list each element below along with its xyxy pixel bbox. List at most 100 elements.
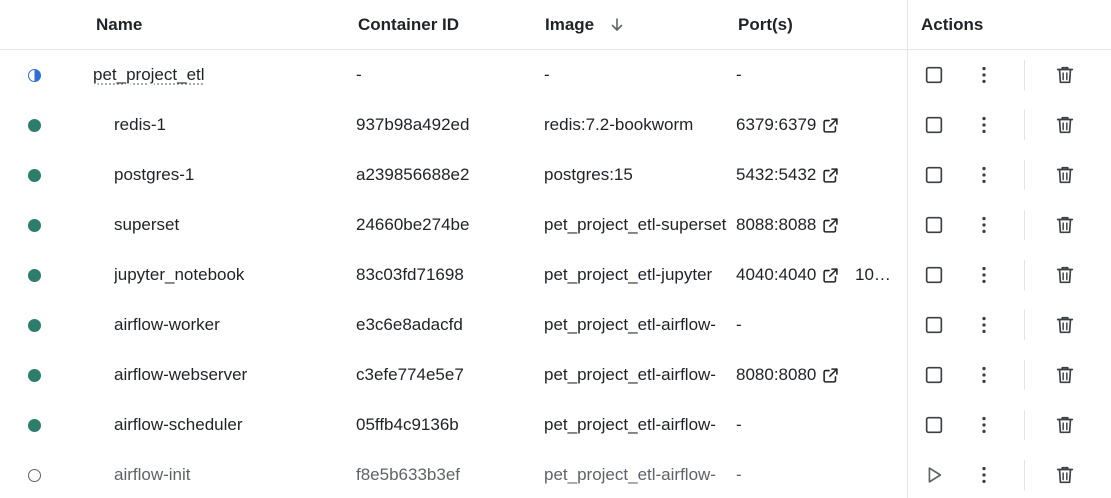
container-name[interactable]: airflow-init [114, 450, 191, 498]
status-running-indicator [28, 419, 41, 432]
container-name[interactable]: postgres-1 [114, 150, 194, 200]
port-link[interactable]: 4040:4040 [736, 250, 816, 300]
action-separator [1024, 310, 1025, 340]
port-value: - [736, 315, 742, 334]
table-row[interactable]: airflow-webserver c3efe774e5e7 pet_project… [0, 350, 907, 400]
status-running-indicator [28, 269, 41, 282]
action-separator [1024, 260, 1025, 290]
column-header-ports[interactable]: Port(s) [738, 0, 793, 50]
stop-square-icon[interactable] [923, 64, 945, 86]
delete-trash-icon[interactable] [1054, 214, 1076, 236]
delete-trash-icon[interactable] [1054, 314, 1076, 336]
container-image: pet_project_etl-superset [544, 215, 727, 234]
external-link-icon[interactable] [822, 167, 839, 184]
more-options-icon[interactable] [973, 114, 995, 136]
containers-table: Name Container ID Image Port(s) Actions … [0, 0, 1111, 498]
row-actions [908, 300, 1111, 350]
delete-trash-icon[interactable] [1054, 364, 1076, 386]
container-image: pet_project_etl-airflow- [544, 365, 716, 384]
external-link-icon[interactable] [822, 267, 839, 284]
start-play-icon[interactable] [923, 464, 945, 486]
more-options-icon[interactable] [973, 164, 995, 186]
more-options-icon[interactable] [973, 314, 995, 336]
more-ports-text[interactable]: 10… [855, 250, 891, 300]
container-name[interactable]: airflow-scheduler [114, 400, 243, 450]
container-name[interactable]: superset [114, 200, 179, 250]
container-image: redis:7.2-bookworm [544, 115, 694, 134]
table-row[interactable]: jupyter_notebook 83c03fd71698 pet_project_… [0, 250, 907, 300]
table-row[interactable]: superset 24660be274be pet_project_etl-supe… [0, 200, 907, 250]
port-link[interactable]: 6379:6379 [736, 100, 816, 150]
stop-square-icon[interactable] [923, 214, 945, 236]
table-row[interactable]: postgres-1 a239856688e2 postgres:15 5432:54… [0, 150, 907, 200]
stop-square-icon[interactable] [923, 364, 945, 386]
stop-square-icon[interactable] [923, 114, 945, 136]
more-options-icon[interactable] [973, 364, 995, 386]
delete-trash-icon[interactable] [1054, 64, 1076, 86]
row-actions [908, 100, 1111, 150]
row-actions [908, 150, 1111, 200]
port-link[interactable]: 8080:8080 [736, 350, 816, 400]
container-image: pet_project_etl-airflow- [544, 315, 716, 334]
status-running-indicator [28, 119, 41, 132]
action-separator [1024, 460, 1025, 490]
container-name[interactable]: airflow-worker [114, 300, 220, 350]
container-id: 05ffb4c9136b [356, 415, 459, 434]
port-value: - [736, 65, 742, 84]
table-row[interactable]: airflow-scheduler 05ffb4c9136b pet_project… [0, 400, 907, 450]
container-id: a239856688e2 [356, 165, 470, 184]
status-running-indicator [28, 369, 41, 382]
status-stopped-indicator [28, 469, 41, 482]
status-running-indicator [28, 219, 41, 232]
container-id: 937b98a492ed [356, 115, 470, 134]
column-header-actions: Actions [921, 15, 984, 34]
more-options-icon[interactable] [973, 414, 995, 436]
container-image: pet_project_etl-airflow- [544, 465, 716, 484]
stop-square-icon[interactable] [923, 264, 945, 286]
more-options-icon[interactable] [973, 64, 995, 86]
container-id: 24660be274be [356, 215, 470, 234]
external-link-icon[interactable] [822, 117, 839, 134]
more-options-icon[interactable] [973, 464, 995, 486]
container-image: postgres:15 [544, 165, 633, 184]
stop-square-icon[interactable] [923, 164, 945, 186]
more-options-icon[interactable] [973, 264, 995, 286]
container-image: - [544, 65, 550, 84]
column-header-name[interactable]: Name [96, 0, 142, 50]
external-link-icon[interactable] [822, 217, 839, 234]
delete-trash-icon[interactable] [1054, 164, 1076, 186]
table-header: Name Container ID Image Port(s) Actions [0, 0, 1111, 50]
stop-square-icon[interactable] [923, 314, 945, 336]
column-header-container-id[interactable]: Container ID [358, 0, 459, 50]
container-id: - [356, 65, 362, 84]
container-id: 83c03fd71698 [356, 265, 464, 284]
delete-trash-icon[interactable] [1054, 464, 1076, 486]
action-separator [1024, 210, 1025, 240]
delete-trash-icon[interactable] [1054, 114, 1076, 136]
table-row[interactable]: redis-1 937b98a492ed redis:7.2-bookworm 637… [0, 100, 907, 150]
external-link-icon[interactable] [822, 367, 839, 384]
container-name[interactable]: jupyter_notebook [114, 250, 244, 300]
container-name[interactable]: redis-1 [114, 100, 166, 150]
table-row[interactable]: airflow-worker e3c6e8adacfd pet_project_et… [0, 300, 907, 350]
port-link[interactable]: 5432:5432 [736, 150, 816, 200]
row-actions [908, 250, 1111, 300]
row-actions [908, 450, 1111, 498]
sort-descending-icon[interactable] [608, 16, 626, 34]
container-name[interactable]: airflow-webserver [114, 350, 247, 400]
status-partial-indicator [28, 69, 41, 82]
port-value: - [736, 465, 742, 484]
delete-trash-icon[interactable] [1054, 414, 1076, 436]
table-row[interactable]: pet_project_etl - - - [0, 50, 907, 100]
container-name[interactable]: pet_project_etl [93, 50, 205, 100]
delete-trash-icon[interactable] [1054, 264, 1076, 286]
table-row[interactable]: airflow-init f8e5b633b3ef pet_project_etl-… [0, 450, 907, 498]
action-separator [1024, 360, 1025, 390]
port-link[interactable]: 8088:8088 [736, 200, 816, 250]
row-actions [908, 350, 1111, 400]
stop-square-icon[interactable] [923, 414, 945, 436]
more-options-icon[interactable] [973, 214, 995, 236]
container-id: e3c6e8adacfd [356, 315, 463, 334]
column-header-image[interactable]: Image [545, 0, 594, 50]
action-separator [1024, 410, 1025, 440]
